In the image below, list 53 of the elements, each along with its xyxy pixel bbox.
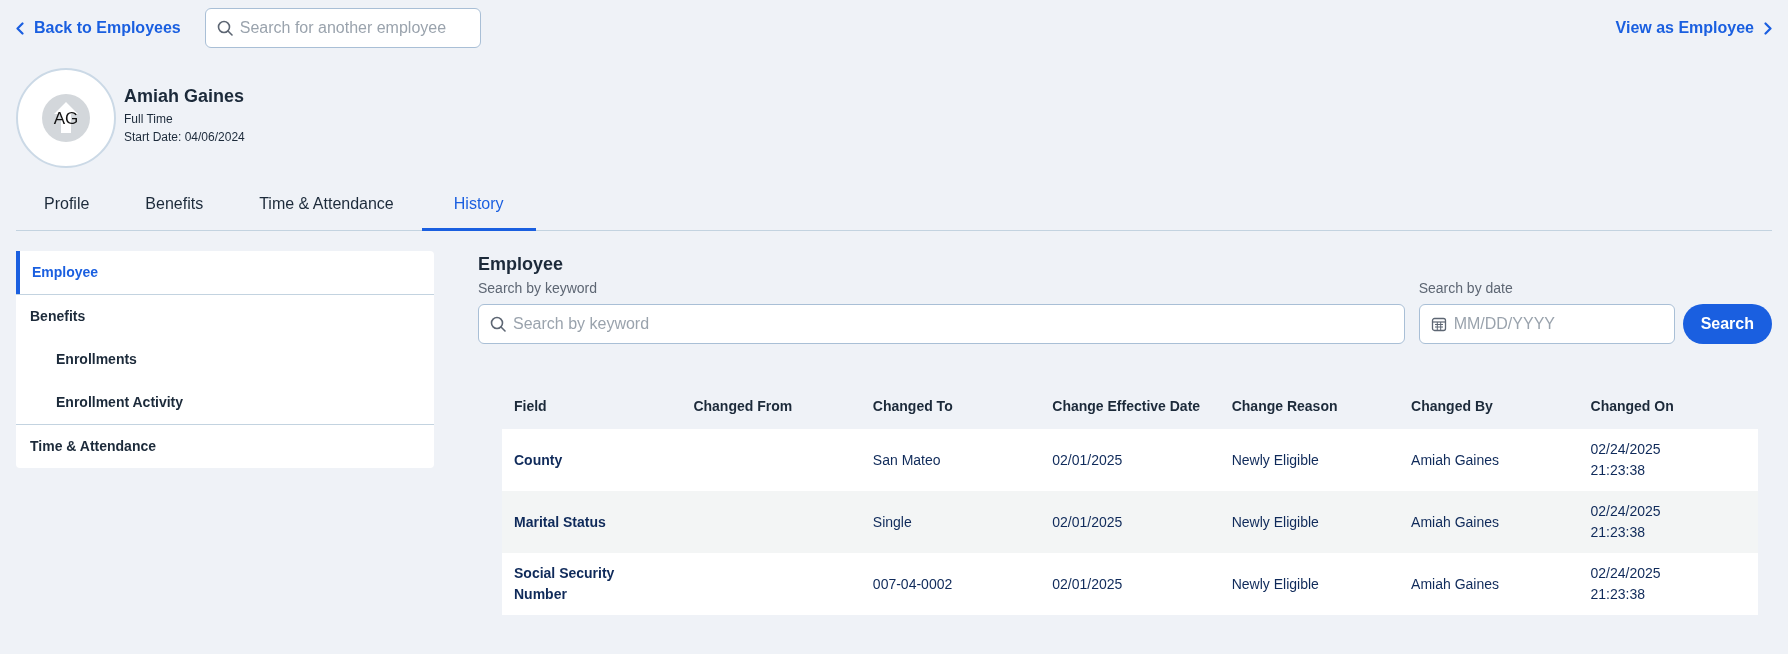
table-cell-text: Marital Status (514, 512, 607, 532)
column-header: Changed From (681, 384, 861, 429)
column-header: Field (502, 384, 682, 429)
sidebar-subitem[interactable]: Enrollments (16, 338, 434, 381)
employee-search-field[interactable]: Search for another employee (204, 8, 481, 48)
calendar-icon (1430, 316, 1447, 332)
field-label: Search by date (1418, 279, 1514, 298)
chevron-left-icon (16, 21, 24, 35)
tab[interactable]: Benefits (117, 182, 232, 231)
search-icon (490, 316, 506, 332)
sidebar-item[interactable]: Employee (16, 251, 434, 294)
keyword-search-field[interactable]: Search by keyword (478, 304, 1405, 344)
column-header: Changed On (1578, 384, 1758, 429)
table-cell-text: Amiah Gaines (1411, 574, 1501, 594)
field-label: Search by keyword (478, 279, 599, 298)
column-header: Changed By (1399, 384, 1579, 429)
table-cell-text: Newly Eligible (1231, 450, 1320, 470)
table-cell-text: 02/24/2025 21:23:38 (1590, 440, 1662, 480)
tab[interactable]: History (421, 182, 536, 231)
sidebar-item[interactable]: Benefits (16, 295, 434, 338)
tab[interactable]: Time & Attendance (231, 182, 422, 231)
table-cell-text: 02/24/2025 21:23:38 (1590, 564, 1662, 604)
view-as-employee-link[interactable]: View as Employee (1615, 16, 1772, 40)
column-header: Change Reason (1219, 384, 1400, 429)
column-header: Changed To (860, 384, 1041, 429)
table-cell-text: Amiah Gaines (1411, 450, 1501, 470)
date-field[interactable]: MM/DD/YYYY (1418, 304, 1675, 344)
table-cell-text: County (514, 450, 564, 470)
employee-name: Amiah Gaines (124, 84, 245, 108)
column-header: Change Effective Date (1040, 384, 1220, 429)
search-button[interactable]: Search (1682, 304, 1772, 344)
table-cell-text: 02/01/2025 (1052, 512, 1124, 532)
back-link[interactable]: Back to Employees (16, 16, 181, 40)
table-cell-text: Single (872, 512, 913, 532)
chevron-right-icon (1764, 21, 1772, 35)
avatar-icon (41, 93, 91, 143)
table-cell-text: Social Security Number (514, 564, 616, 604)
sidebar-item[interactable]: Time & Attendance (16, 425, 434, 468)
tab[interactable]: Profile (16, 182, 118, 231)
table-cell-text: Newly Eligible (1231, 512, 1320, 532)
table-cell-text: Amiah Gaines (1411, 512, 1501, 532)
table-cell-text: 007-04-0002 (872, 574, 954, 594)
section-title: Employee (478, 253, 565, 276)
start-date: Start Date: 04/06/2024 (124, 128, 245, 146)
search-icon (216, 20, 233, 36)
table-cell-text: San Mateo (872, 450, 942, 470)
avatar-initials: AG (53, 109, 79, 127)
table-cell-text: 02/24/2025 21:23:38 (1590, 502, 1662, 542)
table-cell-text: 02/01/2025 (1052, 574, 1124, 594)
table-cell-text: 02/01/2025 (1052, 450, 1124, 470)
table-cell-text: Newly Eligible (1231, 574, 1320, 594)
sidebar-subitem[interactable]: Enrollment Activity (16, 381, 434, 424)
employment-type: Full Time (124, 110, 174, 128)
